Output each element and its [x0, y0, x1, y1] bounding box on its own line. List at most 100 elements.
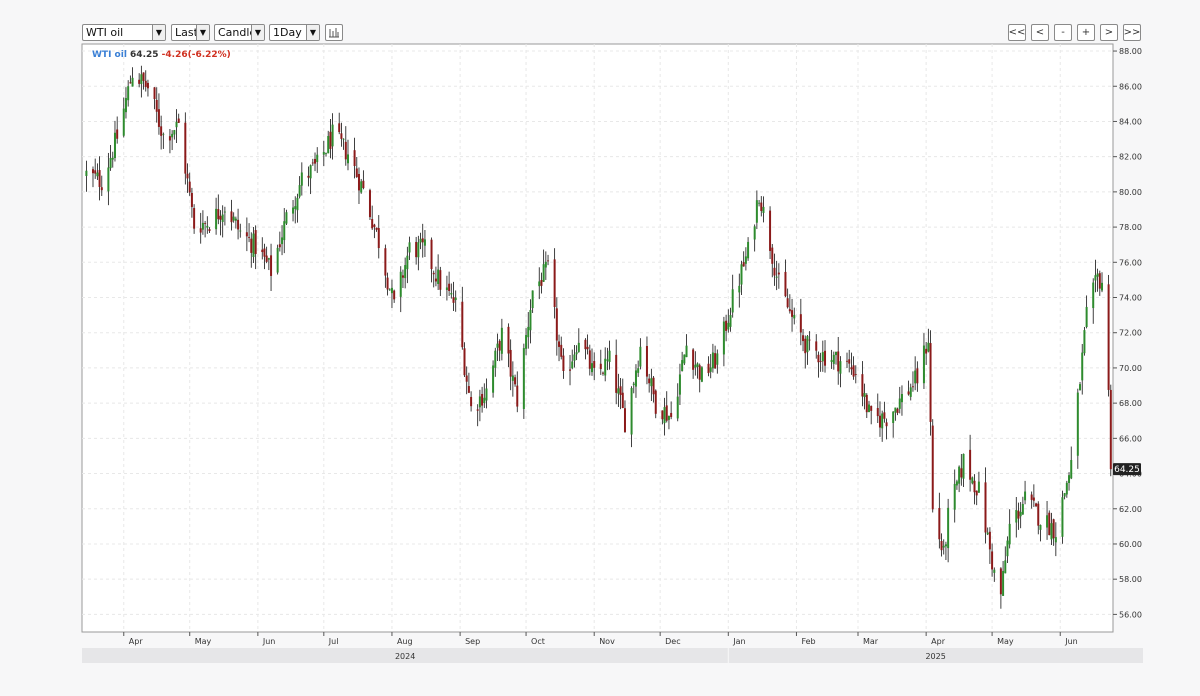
x-tick-label: Oct	[531, 637, 545, 646]
candle-down	[371, 219, 374, 229]
candle-down	[384, 248, 387, 276]
candle-up	[423, 239, 426, 246]
candle-up	[953, 483, 956, 510]
candle-down	[547, 260, 550, 262]
candle-down	[254, 230, 257, 254]
candle-down	[393, 290, 396, 300]
candle-up	[131, 77, 134, 87]
candle-down	[177, 118, 180, 123]
candle-down	[467, 386, 470, 393]
candle-up	[331, 124, 334, 147]
x-tick-label: Nov	[599, 637, 615, 646]
candle-down	[784, 271, 787, 297]
candle-down	[1035, 503, 1038, 507]
price-chart[interactable]: 88.00 86.00 84.00 82.00 80.00 78.00 76.00 74.00…	[0, 0, 1200, 696]
candle-up	[947, 507, 950, 549]
candle-up	[417, 242, 420, 258]
candle-up	[1054, 537, 1057, 543]
candle-down	[470, 396, 473, 407]
candle-down	[837, 351, 840, 372]
candle-down	[991, 551, 994, 570]
candle-down	[432, 272, 435, 275]
candle-down	[870, 405, 873, 411]
candle-up	[483, 397, 486, 404]
candle-down	[714, 353, 717, 369]
candle-down	[819, 361, 822, 362]
candle-down	[373, 224, 376, 227]
candle-down	[883, 412, 886, 419]
x-tick-label: Sep	[465, 637, 480, 646]
candle-up	[727, 322, 730, 330]
candle-up	[1046, 515, 1049, 528]
candle-up	[639, 346, 642, 367]
candle-up	[630, 388, 633, 435]
candle-down	[355, 168, 358, 178]
candle-up	[753, 226, 756, 240]
candle-down	[799, 314, 802, 333]
candle-down	[648, 378, 651, 384]
candle-down	[973, 480, 976, 493]
candle-down	[250, 238, 253, 253]
candle-up	[1004, 560, 1007, 574]
candle-up	[821, 352, 824, 362]
candle-up	[1081, 352, 1084, 381]
candle-down	[586, 346, 589, 350]
candle-down	[938, 507, 941, 540]
candle-up	[221, 214, 224, 222]
candle-up	[544, 261, 547, 268]
candle-down	[94, 170, 97, 174]
candle-up	[914, 370, 917, 384]
candle-up	[1079, 384, 1082, 391]
candle-up	[681, 360, 684, 372]
candle-up	[267, 258, 270, 260]
candle-up	[296, 197, 299, 211]
candle-up	[175, 121, 178, 128]
candle-up	[388, 289, 391, 291]
candle-up	[793, 314, 796, 319]
candle-down	[329, 131, 332, 149]
candle-up	[1070, 459, 1073, 479]
candle-up	[346, 154, 349, 164]
candle-down	[588, 350, 591, 369]
candle-up	[454, 297, 457, 301]
candle-down	[1017, 510, 1020, 519]
candle-down	[498, 340, 501, 351]
candle-up	[1039, 525, 1042, 530]
candle-down	[144, 80, 147, 87]
candle-down	[984, 482, 987, 533]
candle-down	[507, 326, 510, 354]
candle-up	[867, 404, 870, 413]
candle-up	[839, 361, 842, 374]
candle-down	[999, 568, 1002, 595]
candle-up	[1065, 482, 1068, 495]
candle-down	[1032, 497, 1035, 501]
candle-up	[1096, 273, 1099, 277]
candle-up	[881, 413, 884, 429]
candle-up	[762, 206, 765, 213]
candle-up	[696, 363, 699, 367]
x-tick-label: Jul	[328, 637, 339, 646]
candle-up	[140, 74, 143, 85]
candle-down	[278, 244, 281, 248]
legend-symbol: WTI oil	[92, 50, 127, 60]
candle-up	[531, 290, 534, 309]
candle-down	[1037, 503, 1040, 526]
candle-up	[608, 350, 611, 362]
candle-up	[709, 367, 712, 372]
candle-up	[993, 569, 996, 573]
candle-up	[632, 383, 635, 385]
candle-up	[591, 363, 594, 373]
candle-up	[527, 326, 530, 338]
x-tick-label: Feb	[801, 637, 815, 646]
candle-down	[817, 354, 820, 363]
candle-up	[722, 321, 725, 355]
candle-up	[1024, 491, 1027, 501]
candle-up	[909, 387, 912, 397]
candle-down	[916, 368, 919, 384]
y-tick-label: 72.00	[1119, 329, 1142, 338]
candle-down	[584, 339, 587, 350]
candle-down	[461, 301, 464, 348]
candle-down	[615, 354, 618, 393]
last-price-tag: 64.25	[1113, 463, 1141, 476]
candle-down	[142, 72, 145, 81]
